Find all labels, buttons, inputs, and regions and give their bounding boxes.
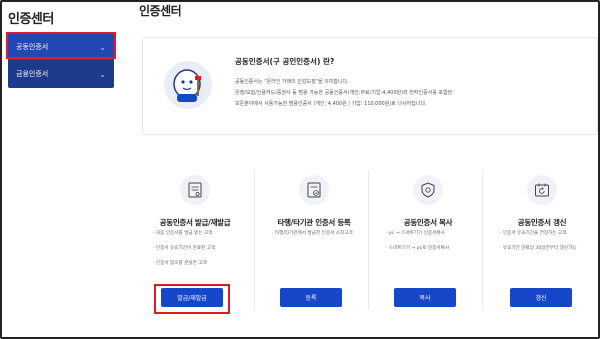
card-bullet: · 타행/타기관에서 발급한 인증서 소지고객 [272, 231, 353, 236]
card-title: 타행/타기관 인증서 등록 [277, 218, 351, 227]
certificate-icon [180, 175, 210, 205]
card-divider [482, 170, 483, 310]
card-title: 공동인증서 갱신 [517, 218, 567, 227]
shield-certificate-icon [413, 175, 443, 205]
info-line: 은행/보험/신용카드/증권사 등 범용 가능한 공동인증서(개인:무료/기업:4… [235, 90, 453, 96]
window-frame: 인증센터 인증센터 공동인증서 ⌄ 금융인증서 ⌄ 공동인증서(구 공인인증서)… [0, 0, 600, 339]
card-title: 공동인증서 복사 [403, 218, 453, 227]
page-title: 인증센터 [139, 4, 182, 18]
card-bullet: · 스마트기기 → pc로 인증서복사 [386, 246, 450, 251]
calendar-refresh-icon [527, 175, 557, 205]
card-divider [254, 170, 255, 310]
card-renew: 공동인증서 갱신 · 인증서 유효기간을 연장하는 고객 · 유효기간 만료일 … [486, 170, 598, 312]
sidebar-item-label: 금융인증서 [16, 70, 49, 78]
card-bullet: · 인증서 암호를 분실한 고객 [153, 261, 207, 266]
highlight-box-issue-button [154, 284, 230, 314]
register-button[interactable]: 등록 [280, 288, 342, 307]
card-bullet: · 유효기간 만료일 30일전부터 갱신가능 [500, 246, 577, 251]
document-check-icon [299, 175, 329, 205]
card-divider [368, 170, 369, 310]
mascot-illustration [164, 61, 212, 109]
sidebar-item-financial-certificate[interactable]: 금융인증서 ⌄ [8, 61, 114, 87]
info-heading: 공동인증서(구 공인인증서) 란? [235, 57, 335, 66]
card-bullet: · 인증서 유효기간을 연장하는 고객 [500, 231, 567, 236]
card-title: 공동인증서 발급/재발급 [159, 218, 231, 227]
card-bullet: · pc → 스마트기기 인증서복사 [386, 231, 445, 236]
info-box: 공동인증서(구 공인인증서) 란? 공동인증서는 "온라인 거래의 인감도장"을… [142, 37, 598, 135]
info-line: 공동인증서는 "온라인 거래의 인감도장"을 의미합니다. [235, 79, 349, 85]
sidebar-title: 인증센터 [8, 12, 54, 27]
renew-button[interactable]: 갱신 [510, 288, 572, 307]
card-bullet: · 처음 인증서를 발급 받는 고객 [153, 231, 213, 236]
copy-button[interactable]: 복사 [394, 288, 456, 307]
card-bullet: · 인증서 유효기간이 만료된 고객 [153, 246, 216, 251]
highlight-box-sidebar [6, 32, 116, 59]
card-copy: 공동인증서 복사 · pc → 스마트기기 인증서복사 · 스마트기기 → pc… [372, 170, 484, 312]
card-register: 타행/타기관 인증서 등록 · 타행/타기관에서 발급한 인증서 소지고객 등록 [258, 170, 370, 312]
chevron-down-icon: ⌄ [99, 69, 106, 79]
info-line: 모든분야에서 사용가능한 범용인증서 (개인: 4,400원 / 기업: 110… [235, 101, 427, 107]
